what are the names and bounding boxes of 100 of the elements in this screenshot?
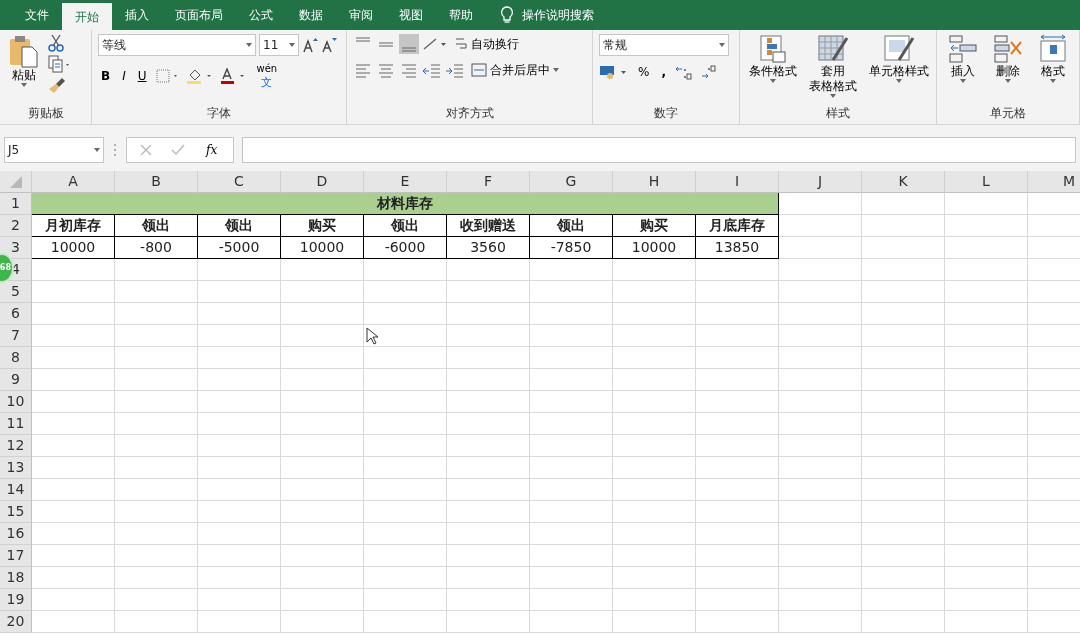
column-header[interactable]: G xyxy=(530,171,613,193)
merge-center-button[interactable]: 合并后居中 xyxy=(468,60,562,80)
ribbon-button[interactable]: 插入 xyxy=(944,34,981,104)
menu-tab[interactable]: 开始 xyxy=(62,3,112,30)
column-header[interactable]: D xyxy=(281,171,364,193)
row-header[interactable]: 12 xyxy=(0,435,32,457)
table-cell: 10000 xyxy=(32,237,115,259)
table-cell: -5000 xyxy=(198,237,281,259)
row-header[interactable]: 6 xyxy=(0,303,32,325)
conditional-format-icon xyxy=(757,34,789,64)
row-header[interactable]: 11 xyxy=(0,413,32,435)
ribbon-button[interactable]: 套用 表格格式 xyxy=(806,34,860,104)
orientation-icon[interactable] xyxy=(422,36,448,52)
increase-decimal-icon[interactable] xyxy=(674,64,693,80)
formula-field[interactable] xyxy=(242,137,1076,163)
scissors-icon[interactable] xyxy=(48,34,64,52)
column-header[interactable]: B xyxy=(115,171,198,193)
table-cell: 10000 xyxy=(281,237,364,259)
insert-function-button[interactable]: fx xyxy=(203,140,221,160)
ribbon-button[interactable]: 格式 xyxy=(1035,34,1072,104)
underline-button[interactable]: U xyxy=(134,65,150,86)
menu-tab[interactable]: 审阅 xyxy=(336,0,386,30)
shrink-font-icon[interactable] xyxy=(321,37,337,53)
table-cell: -7850 xyxy=(530,237,613,259)
row-header[interactable]: 8 xyxy=(0,347,32,369)
wrap-icon xyxy=(454,36,468,52)
sheet-title: 材料库存 xyxy=(32,193,779,215)
column-header[interactable]: J xyxy=(779,171,862,193)
clipboard-icon xyxy=(9,34,39,68)
column-header[interactable]: H xyxy=(613,171,696,193)
column-header[interactable]: M xyxy=(1028,171,1080,193)
lightbulb-icon[interactable] xyxy=(500,6,514,24)
table-cell: 10000 xyxy=(613,237,696,259)
format-cells-icon xyxy=(1038,34,1069,64)
row-header[interactable]: 5 xyxy=(0,281,32,303)
table-cell: 购买 xyxy=(613,215,696,237)
percent-button[interactable]: % xyxy=(635,62,653,82)
brush-icon[interactable] xyxy=(48,76,66,94)
ribbon-button[interactable]: 删除 xyxy=(990,34,1026,104)
font-name-field[interactable]: 等线 xyxy=(98,34,256,56)
menu-tab[interactable]: 帮助 xyxy=(436,0,486,30)
column-header[interactable]: I xyxy=(696,171,779,193)
row-header[interactable]: 7 xyxy=(0,325,32,347)
row-header[interactable]: 16 xyxy=(0,523,32,545)
paste-button[interactable]: 粘贴 xyxy=(6,34,42,104)
group-label: 对齐方式 xyxy=(444,105,495,122)
column-header[interactable]: F xyxy=(447,171,530,193)
align-icon[interactable] xyxy=(399,34,419,54)
insert-cells-icon xyxy=(947,34,978,64)
row-header[interactable]: 2 xyxy=(0,215,32,237)
row-header[interactable]: 17 xyxy=(0,545,32,567)
grow-font-icon[interactable] xyxy=(302,37,318,53)
ribbon-button[interactable]: 条件格式 xyxy=(746,34,800,104)
table-cell: 领出 xyxy=(530,215,613,237)
borders-icon[interactable] xyxy=(155,68,180,83)
group-label: 剪贴板 xyxy=(26,105,65,122)
table-cell: -6000 xyxy=(364,237,447,259)
group-label: 单元格 xyxy=(989,105,1027,122)
row-header[interactable]: 20 xyxy=(0,611,32,633)
menu-tab[interactable]: 文件 xyxy=(12,0,62,30)
ribbon-button[interactable]: 单元格样式 xyxy=(866,34,932,104)
column-header[interactable]: K xyxy=(862,171,945,193)
row-header[interactable]: 13 xyxy=(0,457,32,479)
menu-tab[interactable]: 插入 xyxy=(112,0,162,30)
cancel-icon[interactable] xyxy=(139,143,153,157)
row-header[interactable]: 9 xyxy=(0,369,32,391)
row-header[interactable]: 14 xyxy=(0,479,32,501)
currency-icon[interactable] xyxy=(599,64,629,80)
row-header[interactable]: 3 xyxy=(0,237,32,259)
row-header[interactable]: 1 xyxy=(0,193,32,215)
cell-style-icon xyxy=(883,34,915,64)
table-cell: 13850 xyxy=(696,237,779,259)
column-header[interactable]: C xyxy=(198,171,281,193)
font-size-field[interactable]: 11 xyxy=(259,34,299,56)
comma-button[interactable]: , xyxy=(658,62,669,82)
phonetic-button[interactable]: wén 文 xyxy=(253,62,281,89)
column-header[interactable]: A xyxy=(32,171,115,193)
bold-button[interactable]: B xyxy=(98,65,114,86)
fill-color-icon[interactable] xyxy=(185,67,214,84)
corner-triangle-icon xyxy=(8,174,23,189)
column-header[interactable]: E xyxy=(364,171,447,193)
search-label[interactable]: 操作说明搜索 xyxy=(522,6,594,24)
italic-button[interactable]: I xyxy=(119,65,129,86)
menu-tab[interactable]: 数据 xyxy=(286,0,336,30)
select-all-corner[interactable] xyxy=(0,171,32,193)
menu-tab[interactable]: 视图 xyxy=(386,0,436,30)
copy-icon[interactable] xyxy=(48,55,72,73)
row-header[interactable]: 15 xyxy=(0,501,32,523)
check-icon[interactable] xyxy=(171,143,185,157)
name-box[interactable]: J5 xyxy=(4,137,104,163)
table-cell: 购买 xyxy=(281,215,364,237)
row-header[interactable]: 10 xyxy=(0,391,32,413)
row-header[interactable]: 18 xyxy=(0,567,32,589)
wrap-text-button[interactable]: 自动换行 xyxy=(451,34,522,54)
table-cell: -800 xyxy=(115,237,198,259)
row-header[interactable]: 19 xyxy=(0,589,32,611)
menu-tab[interactable]: 页面布局 xyxy=(162,0,236,30)
menu-tab[interactable]: 公式 xyxy=(236,0,286,30)
column-header[interactable]: L xyxy=(945,171,1028,193)
number-format-field[interactable]: 常规 xyxy=(599,34,729,56)
